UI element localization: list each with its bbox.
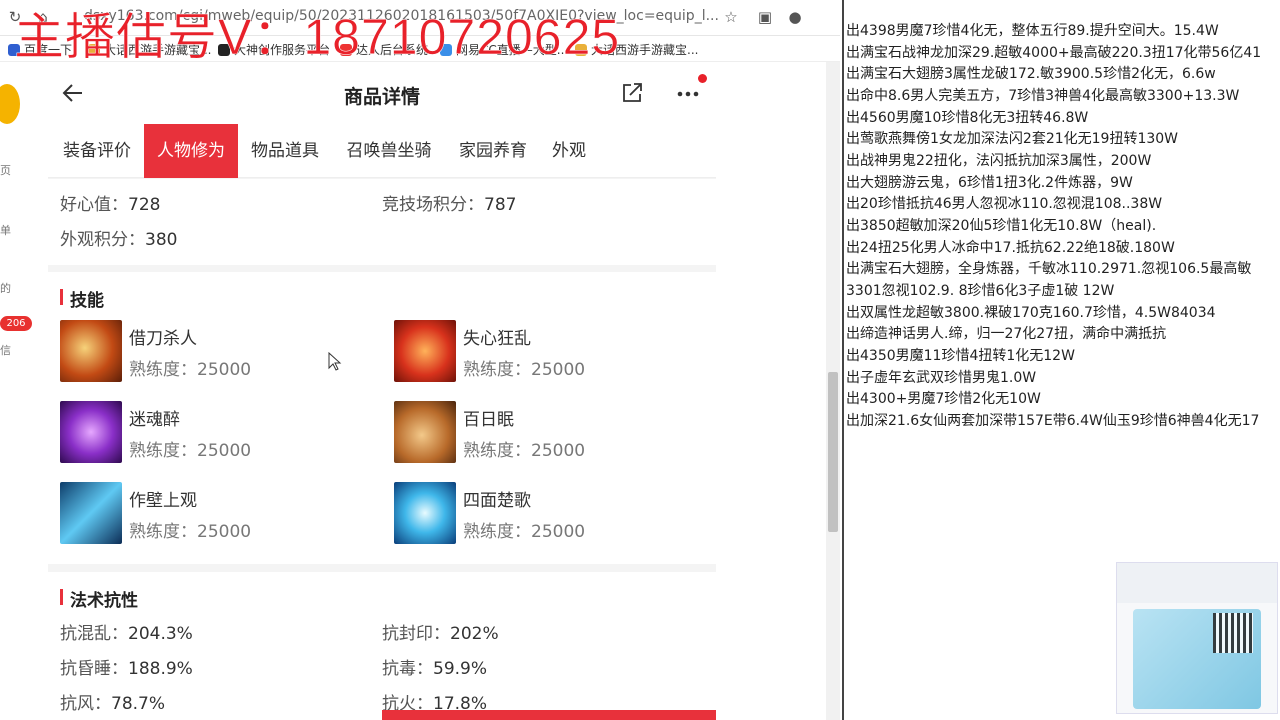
resist-heading: 法术抗性 [60,586,138,611]
note-line[interactable]: 出双属性龙超敏3800.裸破170克160.7珍惜，4.5W84034 [846,303,1216,324]
detail-tabs: 装备评价 人物修为 物品道具 召唤兽坐骑 家园养育 外观 [48,124,716,178]
note-line[interactable]: 出命中8.6男人完美五方，7珍惜3神兽4化最高敏3300+13.3W [846,86,1239,107]
note-line[interactable]: 出加深21.6女仙两套加深带157E带6.4W仙玉9珍惜6神兽4化无17 [846,411,1259,432]
note-line[interactable]: 出满宝石大翅膀，全身炼器，千敏冰110.2971.忽视106.5最高敏 [846,259,1251,280]
screen: ↻ ⌂ dsxy163.com/cgi/mweb/equip/50/202311… [0,0,1280,720]
blade-skill-icon [60,320,122,382]
window-icon[interactable]: ▣ [756,8,774,26]
siege-skill-icon [394,482,456,544]
note-line[interactable]: 出满宝石战神龙加深29.超敏4000+最高破220.3扭17化带56亿41 [846,43,1261,64]
side-item-mine[interactable]: 的 [0,280,11,296]
skills-card: 技能 借刀杀人 熟练度：25000 失心狂乱 熟练度：25000 迷魂醉 熟练度… [48,272,716,564]
appearance-stat: 外观积分：380 [60,230,178,250]
note-line[interactable]: 出莺歌燕舞傍1女龙加深法闪2套21化无19扭转130W [846,129,1178,150]
skill-name: 失心狂乱 [463,329,531,349]
notification-dot [698,74,707,83]
skill-name: 百日眠 [463,410,514,430]
floating-mini-window[interactable] [1116,562,1278,714]
note-line[interactable]: 出24扭25化男人冰命中17.抵抗62.22绝18破.180W [846,238,1175,259]
skills-heading: 技能 [60,286,104,311]
skill-proficiency: 熟练度：25000 [129,522,252,542]
skill-item[interactable]: 百日眠 熟练度：25000 [394,401,694,465]
note-line[interactable]: 出4300+男魔7珍惜2化无10W [846,389,1041,410]
side-item-orders[interactable]: 单 [0,222,11,238]
skill-name: 作壁上观 [129,491,197,511]
qr-code-image [1213,613,1253,653]
note-line[interactable]: 出3850超敏加深20仙5珍惜1化无10.8W（heal). [846,216,1156,237]
arena-stat: 竞技场积分：787 [382,195,517,215]
note-line[interactable]: 出20珍惜抵抗46男人忽视冰110.忽视混108..38W [846,194,1162,215]
frenzy-skill-icon [394,320,456,382]
resist-stat: 抗昏睡：188.9% [60,659,193,679]
skill-name: 四面楚歌 [463,491,531,511]
note-line[interactable]: 出子虚年玄武双珍惜男鬼1.0W [846,368,1036,389]
more-icon[interactable] [674,84,704,104]
note-line[interactable]: 出满宝石大翅膀3属性龙破172.敏3900.5珍惜2化无，6.6w [846,64,1216,85]
ice-skill-icon [60,482,122,544]
resist-card: 法术抗性 抗混乱：204.3% 抗封印：202% 抗昏睡：188.9% 抗毒：5… [48,572,716,720]
tab-equipment-rating[interactable]: 装备评价 [52,124,142,178]
note-line[interactable]: 出4350男魔11珍惜4扭转1化无12W [846,346,1075,367]
star-icon[interactable]: ☆ [722,8,740,26]
resist-stat: 抗风：78.7% [60,694,166,714]
resist-stat: 抗封印：202% [382,624,499,644]
mini-window-toolbar[interactable] [1117,563,1277,603]
promo-poster-image [1133,609,1261,709]
sleep-skill-icon [394,401,456,463]
message-count-badge: 206 [0,316,32,331]
side-item-messages[interactable]: 信 [0,342,11,358]
note-line[interactable]: 出缔造神话男人.缔，归一27化27扭，满命中满抵抗 [846,324,1166,345]
tab-character[interactable]: 人物修为 [144,124,238,178]
page-title: 商品详情 [343,86,420,108]
side-item-home[interactable]: 页 [0,162,11,178]
skill-item[interactable]: 迷魂醉 熟练度：25000 [60,401,360,465]
note-line[interactable]: 出4398男魔7珍惜4化无，整体五行89.提升空间大。15.4W [846,21,1219,42]
share-icon[interactable] [620,81,644,105]
mouse-cursor-icon [328,352,342,371]
resist-stat: 抗混乱：204.3% [60,624,193,644]
tab-appearance[interactable]: 外观 [544,124,594,178]
charm-skill-icon [60,401,122,463]
note-line[interactable]: 出战神男鬼22扭化，法闪抵抗加深3属性，200W [846,151,1151,172]
tab-home[interactable]: 家园养育 [450,124,536,178]
skill-proficiency: 熟练度：25000 [463,360,586,380]
account-icon[interactable]: ● [786,8,804,26]
skill-proficiency: 熟练度：25000 [463,522,586,542]
skill-name: 迷魂醉 [129,410,180,430]
note-line[interactable]: 出大翅膀游云鬼，6珍惜1扭3化.2件炼器，9W [846,173,1133,194]
site-logo [0,84,20,124]
buy-button[interactable] [382,710,716,720]
skill-proficiency: 熟练度：25000 [129,360,252,380]
skill-proficiency: 熟练度：25000 [129,441,252,461]
heart-stat: 好心值：728 [60,195,161,215]
stats-card: 好心值：728 竞技场积分：787 外观积分：380 [48,179,716,265]
skill-item[interactable]: 失心狂乱 熟练度：25000 [394,320,694,384]
skill-item[interactable]: 四面楚歌 熟练度：25000 [394,482,694,546]
site-side-strip: 页 单 的 206 信 [0,62,32,720]
tab-pets-mounts[interactable]: 召唤兽坐骑 [336,124,442,178]
streamer-watermark: 主播估号V：18710720625 [14,9,621,66]
scrollbar-thumb[interactable] [828,372,838,532]
note-line[interactable]: 3301忽视102.9. 8珍惜6化3子虚1破 12W [846,281,1114,302]
tab-items[interactable]: 物品道具 [242,124,328,178]
skill-item[interactable]: 作壁上观 熟练度：25000 [60,482,360,546]
skill-name: 借刀杀人 [129,329,197,349]
skill-proficiency: 熟练度：25000 [463,441,586,461]
note-line[interactable]: 出4560男魔10珍惜8化无3扭转46.8W [846,108,1088,129]
resist-stat: 抗毒：59.9% [382,659,488,679]
product-detail-page: 商品详情 装备评价 人物修为 物品道具 召唤兽坐骑 家园养育 外观 好心值：72… [48,62,716,720]
skill-item[interactable]: 借刀杀人 熟练度：25000 [60,320,360,384]
